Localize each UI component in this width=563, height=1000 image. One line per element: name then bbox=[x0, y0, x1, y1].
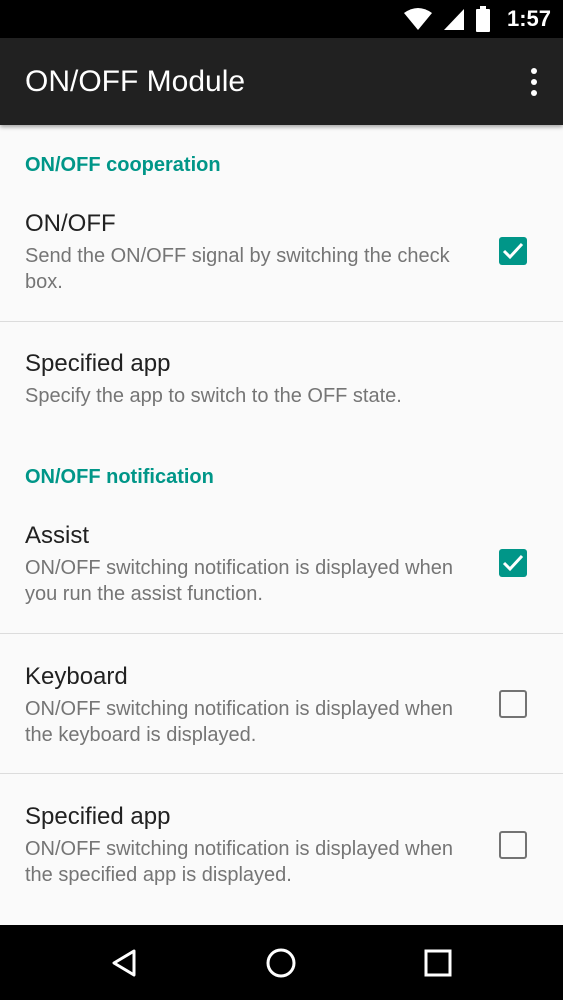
checkmark-icon bbox=[502, 242, 524, 260]
overflow-menu-button[interactable] bbox=[519, 64, 549, 100]
assist-checkbox[interactable] bbox=[499, 549, 527, 577]
overflow-menu-icon bbox=[531, 68, 537, 74]
status-bar: 1:57 bbox=[0, 0, 563, 38]
pref-summary: Specify the app to switch to the OFF sta… bbox=[25, 385, 402, 407]
specified-app-checkbox[interactable] bbox=[499, 831, 527, 859]
status-time: 1:57 bbox=[506, 6, 551, 31]
home-icon[interactable] bbox=[261, 943, 301, 983]
battery-icon bbox=[475, 6, 490, 32]
pref-title: Assist bbox=[25, 522, 90, 549]
category-header-notification: ON/OFF notification bbox=[25, 466, 214, 488]
category-header-cooperation: ON/OFF cooperation bbox=[25, 154, 221, 176]
pref-item-assist[interactable]: Assist ON/OFF switching notification is … bbox=[0, 507, 563, 633]
keyboard-checkbox[interactable] bbox=[499, 690, 527, 718]
pref-summary: ON/OFF switching notification is display… bbox=[25, 557, 453, 605]
pref-title: Keyboard bbox=[25, 663, 128, 690]
pref-summary: ON/OFF switching notification is display… bbox=[25, 838, 453, 886]
pref-item-specified-app[interactable]: Specified app Specify the app to switch … bbox=[0, 322, 563, 432]
status-icons: 1:57 bbox=[403, 6, 551, 32]
pref-item-specified-app-notification[interactable]: Specified app ON/OFF switching notificat… bbox=[0, 774, 563, 914]
pref-title: ON/OFF bbox=[25, 210, 116, 237]
pref-item-onoff[interactable]: ON/OFF Send the ON/OFF signal by switchi… bbox=[0, 195, 563, 321]
back-icon[interactable] bbox=[106, 943, 146, 983]
wifi-icon bbox=[403, 8, 432, 30]
preference-list: ON/OFF cooperation ON/OFF Send the ON/OF… bbox=[0, 125, 563, 925]
checkmark-icon bbox=[502, 554, 524, 572]
pref-title: Specified app bbox=[25, 803, 171, 830]
onoff-checkbox[interactable] bbox=[499, 237, 527, 265]
pref-item-keyboard[interactable]: Keyboard ON/OFF switching notification i… bbox=[0, 634, 563, 773]
app-bar: ON/OFF Module bbox=[0, 38, 563, 125]
pref-summary: ON/OFF switching notification is display… bbox=[25, 698, 453, 746]
page-title: ON/OFF Module bbox=[25, 64, 246, 98]
pref-title: Specified app bbox=[25, 350, 171, 377]
recents-icon[interactable] bbox=[418, 943, 458, 983]
navigation-bar bbox=[0, 925, 563, 1000]
signal-icon bbox=[443, 9, 464, 30]
pref-summary: Send the ON/OFF signal by switching the … bbox=[25, 245, 450, 293]
